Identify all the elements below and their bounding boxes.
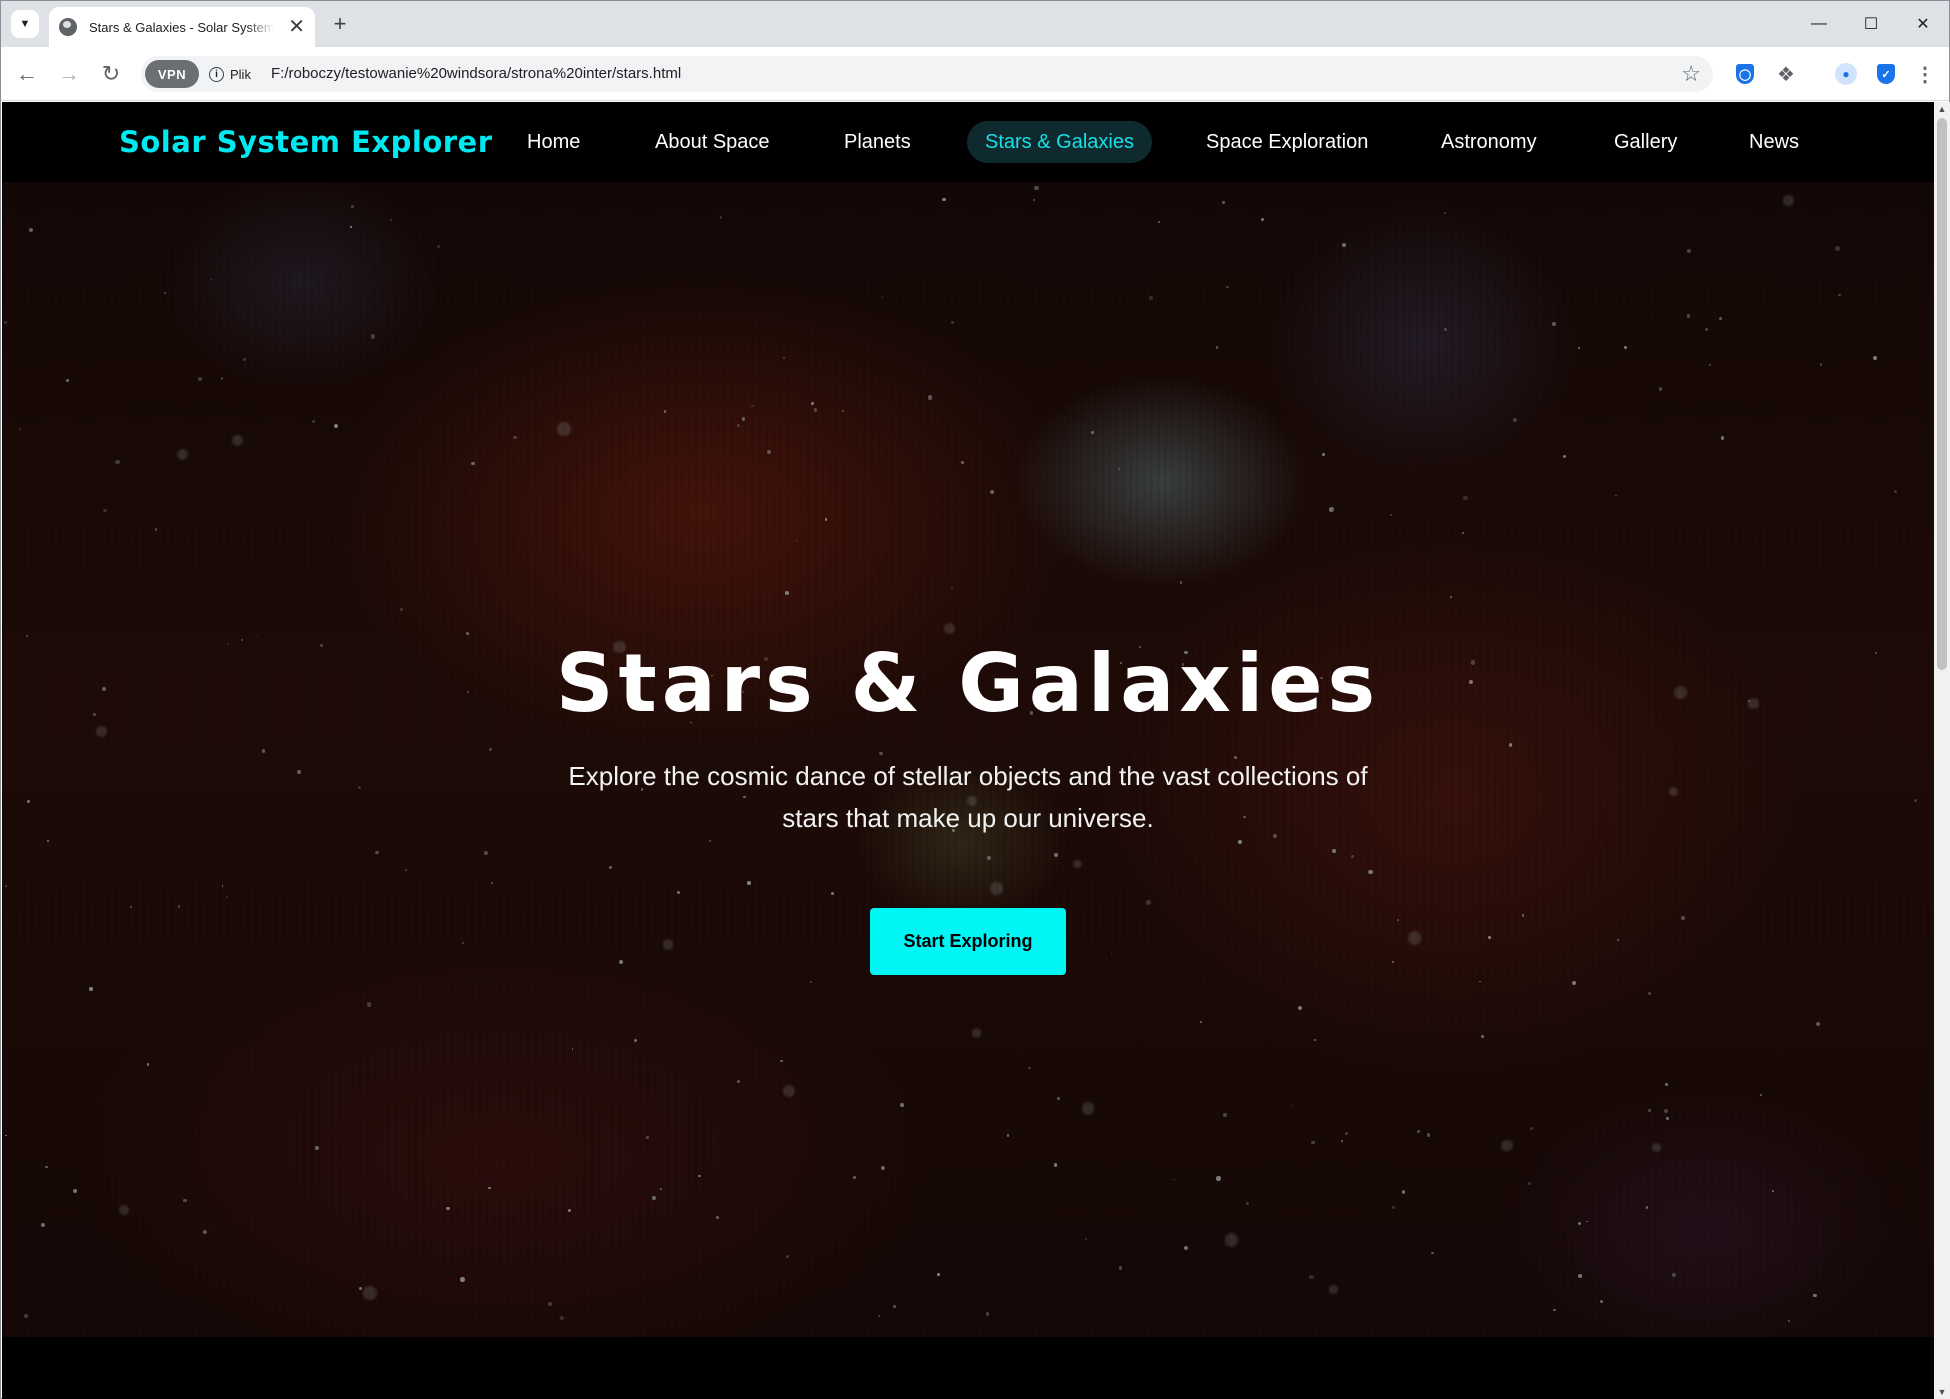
new-tab-button[interactable]: + <box>327 11 353 37</box>
info-icon: i <box>209 66 224 82</box>
nav-link-astronomy[interactable]: Astronomy <box>1423 121 1555 163</box>
window-controls: — ☐ ✕ <box>1793 1 1949 47</box>
scroll-down-arrow-icon[interactable]: ▼ <box>1937 1387 1947 1397</box>
browser-toolbar: ← → ↻ VPN i Plik F:/roboczy/testowanie%2… <box>1 47 1949 101</box>
shield-check-icon: ✓ <box>1877 64 1895 84</box>
nav-link-space-exploration[interactable]: Space Exploration <box>1188 121 1386 163</box>
vpn-badge[interactable]: VPN <box>145 60 199 88</box>
profile-avatar-icon: ● <box>1835 63 1857 85</box>
nav-link-gallery[interactable]: Gallery <box>1596 121 1695 163</box>
forward-button[interactable]: → <box>55 60 83 88</box>
scroll-up-arrow-icon[interactable]: ▲ <box>1937 104 1947 114</box>
close-icon[interactable]: ✕ <box>288 17 305 37</box>
close-window-button[interactable]: ✕ <box>1897 1 1949 47</box>
site-info-button[interactable]: i Plik <box>209 56 251 92</box>
nav-link-news[interactable]: News <box>1731 121 1817 163</box>
bookmark-star-icon[interactable]: ☆ <box>1681 62 1701 86</box>
site-info-label: Plik <box>230 66 251 82</box>
chevron-down-icon: ▼ <box>19 18 31 30</box>
extensions-menu-button[interactable]: ❖ <box>1772 60 1800 88</box>
hero-title: Stars & Galaxies <box>555 637 1381 730</box>
reload-button[interactable]: ↻ <box>97 60 125 88</box>
tab-title: Stars & Galaxies - Solar System Explorer <box>89 19 275 35</box>
site-header: Solar System Explorer Home About Space P… <box>2 102 1934 182</box>
minimize-button[interactable]: — <box>1793 1 1845 47</box>
hero-content: Stars & Galaxies Explore the cosmic danc… <box>2 182 1934 1337</box>
tab-strip: ▼ Stars & Galaxies - Solar System Explor… <box>1 1 1949 47</box>
globe-icon <box>59 18 77 36</box>
url-text[interactable]: F:/roboczy/testowanie%20windsora/strona%… <box>271 56 681 92</box>
address-bar[interactable]: VPN i Plik F:/roboczy/testowanie%20winds… <box>141 56 1713 92</box>
start-exploring-button[interactable]: Start Exploring <box>870 908 1066 975</box>
page-scrollbar[interactable]: ▲ ▼ <box>1934 102 1950 1399</box>
hero-subtitle: Explore the cosmic dance of stellar obje… <box>568 761 1368 833</box>
page-viewport: Solar System Explorer Home About Space P… <box>2 102 1934 1399</box>
scrollbar-thumb[interactable] <box>1937 118 1947 670</box>
browser-window: ▼ Stars & Galaxies - Solar System Explor… <box>0 0 1950 1399</box>
browser-tab-active[interactable]: Stars & Galaxies - Solar System Explorer… <box>49 7 315 47</box>
main-nav: Home About Space Planets Stars & Galaxie… <box>2 102 1934 182</box>
back-button[interactable]: ← <box>13 60 41 88</box>
extension-button[interactable]: ◯ <box>1731 60 1759 88</box>
tab-search-button[interactable]: ▼ <box>11 10 39 38</box>
maximize-button[interactable]: ☐ <box>1845 1 1897 47</box>
nav-link-stars-galaxies[interactable]: Stars & Galaxies <box>967 121 1152 163</box>
hero-section: Stars & Galaxies Explore the cosmic danc… <box>2 182 1934 1337</box>
password-manager-icon: ◯ <box>1736 64 1754 84</box>
nav-link-about-space[interactable]: About Space <box>637 121 788 163</box>
browser-menu-button[interactable]: ⋮ <box>1911 60 1939 88</box>
arrow-left-icon: ← <box>16 61 38 86</box>
nav-link-planets[interactable]: Planets <box>826 121 929 163</box>
nav-link-home[interactable]: Home <box>509 121 598 163</box>
puzzle-icon: ❖ <box>1777 63 1795 86</box>
security-extension-button[interactable]: ✓ <box>1872 60 1900 88</box>
arrow-right-icon: → <box>58 61 80 86</box>
reload-icon: ↻ <box>101 61 121 86</box>
more-vertical-icon: ⋮ <box>1915 63 1935 86</box>
profile-button[interactable]: ● <box>1832 60 1860 88</box>
